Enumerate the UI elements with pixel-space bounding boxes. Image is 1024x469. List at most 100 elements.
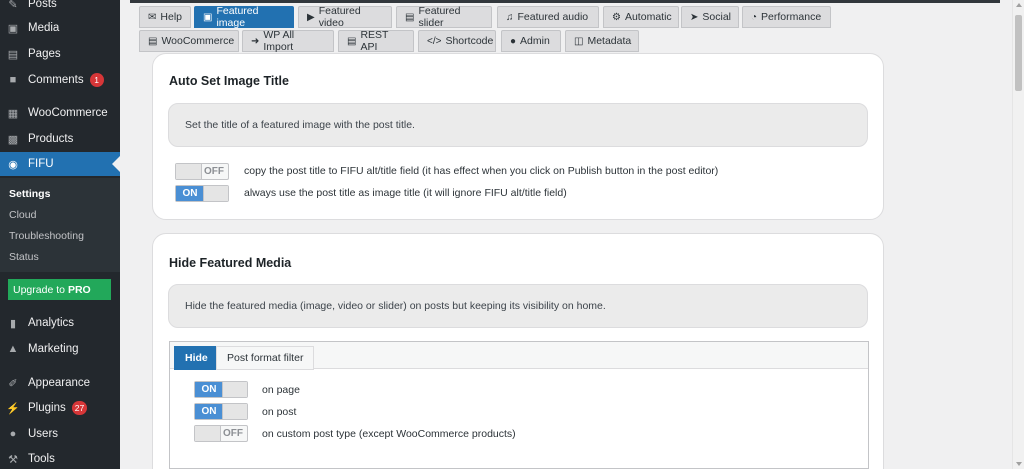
menu-label: Posts <box>28 0 57 10</box>
scroll-down-arrow-icon[interactable] <box>1016 462 1022 466</box>
hide-on-custom-post-type-toggle[interactable]: OFF <box>194 425 248 442</box>
upgrade-text: Upgrade to <box>13 283 65 296</box>
cart-icon: ▤ <box>148 35 158 47</box>
menu-item-products[interactable]: ▩ Products <box>0 127 120 151</box>
tab-label: WP All Import <box>263 29 295 53</box>
share-icon: ➤ <box>690 11 699 23</box>
menu-item-marketing[interactable]: ▲ Marketing <box>0 337 120 361</box>
on-page-label: on page <box>262 384 300 396</box>
copy-title-label: copy the post title to FIFU alt/title fi… <box>244 165 719 177</box>
hide-on-page-toggle[interactable]: ON <box>194 381 248 398</box>
upgrade-to-pro-button[interactable]: Upgrade to PRO <box>8 279 111 300</box>
toggle-state: ON <box>176 186 204 201</box>
tab-help[interactable]: ✉ Help <box>139 6 191 28</box>
page-scrollbar[interactable] <box>1012 0 1024 469</box>
toggle-knob <box>222 404 247 419</box>
menu-item-woocommerce[interactable]: ▦ WooCommerce <box>0 101 120 125</box>
tab-performance[interactable]: ◔ Performance <box>742 6 831 28</box>
toggle-state: ON <box>195 382 223 397</box>
tachometer-icon: ◔ <box>751 11 758 23</box>
hide-on-post-toggle[interactable]: ON <box>194 403 248 420</box>
inner-tab-hide[interactable]: Hide <box>174 346 219 370</box>
tab-label: Help <box>160 11 182 23</box>
on-post-label: on post <box>262 406 297 418</box>
submenu-troubleshooting[interactable]: Troubleshooting <box>9 230 84 242</box>
inner-tab-bar: Hide Post format filter <box>170 342 868 370</box>
comments-count-badge: 1 <box>89 73 104 87</box>
user-cog-icon: ● <box>510 35 517 47</box>
copy-title-toggle[interactable]: OFF <box>175 163 229 180</box>
menu-label: Users <box>28 428 59 440</box>
section-title: Hide Featured Media <box>169 256 292 270</box>
menu-label: Appearance <box>28 377 91 389</box>
import-icon: ➜ <box>251 35 260 47</box>
megaphone-icon: ▲ <box>7 343 19 355</box>
menu-item-posts[interactable]: ✎ Posts <box>0 0 120 16</box>
menu-label: Analytics <box>28 317 75 329</box>
top-divider <box>130 0 1000 3</box>
menu-item-users[interactable]: ● Users <box>0 422 120 446</box>
toggle-knob <box>203 186 228 201</box>
tab-featured-audio[interactable]: ♫ Featured audio <box>497 6 599 28</box>
submenu-settings[interactable]: Settings <box>9 188 50 200</box>
menu-item-comments[interactable]: ■ Comments 1 <box>0 68 120 92</box>
tab-automatic[interactable]: ⚙ Automatic <box>603 6 679 28</box>
menu-item-appearance[interactable]: ✐ Appearance <box>0 371 120 395</box>
tab-label: Metadata <box>587 35 632 47</box>
tab-label: Automatic <box>624 11 672 23</box>
menu-label: WooCommerce <box>28 107 108 119</box>
media-icon: ▣ <box>7 22 19 35</box>
toggle-state: ON <box>195 404 223 419</box>
submenu-cloud[interactable]: Cloud <box>9 209 36 221</box>
tab-label: Performance <box>761 11 822 23</box>
plugins-count-badge: 27 <box>71 401 88 415</box>
menu-label: Comments <box>28 74 84 86</box>
tab-featured-slider[interactable]: ▤ Featured slider <box>396 5 492 29</box>
tab-label: Social <box>702 11 731 23</box>
scrollbar-thumb[interactable] <box>1015 15 1022 91</box>
tab-label: Featured audio <box>517 11 589 23</box>
tab-label: Featured video <box>318 5 361 29</box>
comment-icon: ■ <box>9 74 17 86</box>
menu-item-media[interactable]: ▣ Media <box>0 16 120 40</box>
on-custom-post-type-label: on custom post type (except WooCommerce … <box>262 428 516 440</box>
always-use-title-toggle[interactable]: ON <box>175 185 229 202</box>
tab-shortcode[interactable]: </> Shortcode <box>418 30 496 52</box>
tab-social[interactable]: ➤ Social <box>681 6 739 28</box>
tab-label: Shortcode <box>445 35 494 47</box>
images-icon: ▤ <box>405 11 415 23</box>
hide-options-panel: Hide Post format filter ON on page ON on… <box>169 341 869 469</box>
menu-item-analytics[interactable]: ▮ Analytics <box>0 311 120 335</box>
always-use-title-label: always use the post title as image title… <box>244 187 567 199</box>
fifu-submenu: Settings Cloud Troubleshooting Status <box>0 178 120 272</box>
database-icon: ◫ <box>574 35 584 47</box>
section-title: Auto Set Image Title <box>169 74 289 88</box>
paintbrush-icon: ✐ <box>8 377 18 390</box>
tab-label: REST API <box>360 29 389 53</box>
toggle-knob <box>222 382 247 397</box>
menu-item-fifu[interactable]: ◉ FIFU <box>0 152 120 176</box>
tab-woocommerce[interactable]: ▤ WooCommerce <box>139 30 239 52</box>
toggle-state: OFF <box>204 166 224 177</box>
users-icon: ● <box>9 428 17 440</box>
tab-featured-image[interactable]: ▣ Featured image <box>194 5 294 29</box>
tab-admin[interactable]: ● Admin <box>501 30 561 52</box>
toggle-knob <box>195 426 221 441</box>
server-icon: ▤ <box>347 35 357 47</box>
tab-metadata[interactable]: ◫ Metadata <box>565 30 639 52</box>
menu-item-plugins[interactable]: ⚡ Plugins 27 <box>0 396 120 420</box>
menu-label: Products <box>28 133 74 145</box>
image-icon: ▣ <box>203 11 213 23</box>
inner-tab-post-format-filter[interactable]: Post format filter <box>216 346 315 370</box>
hide-featured-media-card: Hide Featured Media Hide the featured me… <box>152 233 884 469</box>
menu-item-pages[interactable]: ▤ Pages <box>0 42 120 66</box>
menu-label: Tools <box>28 453 55 465</box>
tab-wp-all-import[interactable]: ➜ WP All Import <box>242 29 334 53</box>
tab-featured-video[interactable]: ▶ Featured video <box>298 5 392 29</box>
submenu-status[interactable]: Status <box>9 251 39 263</box>
tab-label: Admin <box>520 35 550 47</box>
bar-chart-icon: ▮ <box>9 317 17 330</box>
tab-rest-api[interactable]: ▤ REST API <box>338 29 414 53</box>
scroll-up-arrow-icon[interactable] <box>1016 3 1022 7</box>
menu-item-tools[interactable]: ⚒ Tools <box>0 447 120 469</box>
